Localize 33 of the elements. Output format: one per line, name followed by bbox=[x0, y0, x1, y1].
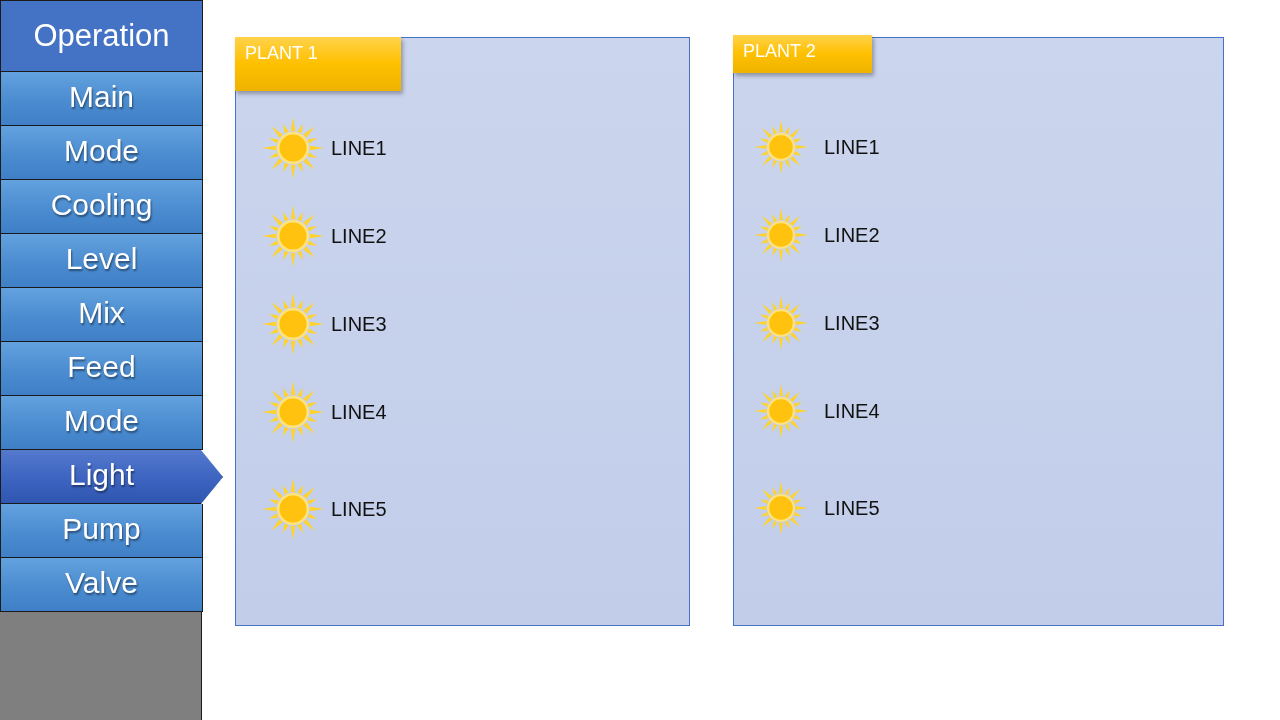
sun-icon bbox=[754, 296, 808, 350]
sidebar-title: Operation bbox=[0, 0, 203, 72]
menu-item[interactable]: Mode bbox=[0, 126, 203, 180]
line-label: LINE2 bbox=[824, 223, 880, 247]
line-label: LINE5 bbox=[824, 496, 880, 520]
line-label: LINE4 bbox=[331, 400, 387, 424]
menu-item[interactable]: Pump bbox=[0, 504, 203, 558]
sun-icon bbox=[262, 117, 324, 179]
sun-icon bbox=[262, 381, 324, 443]
line-label: LINE2 bbox=[331, 224, 387, 248]
sun-icon bbox=[262, 205, 324, 267]
menu-item[interactable]: Mode bbox=[0, 396, 203, 450]
plant-title: PLANT 1 bbox=[235, 37, 401, 91]
line-label: LINE3 bbox=[331, 312, 387, 336]
sun-icon bbox=[754, 120, 808, 174]
sun-icon bbox=[262, 293, 324, 355]
menu-item[interactable]: Valve bbox=[0, 558, 203, 612]
sun-icon bbox=[754, 481, 808, 535]
menu-item[interactable]: Level bbox=[0, 234, 203, 288]
sun-icon bbox=[754, 384, 808, 438]
sun-icon bbox=[754, 208, 808, 262]
line-label: LINE4 bbox=[824, 399, 880, 423]
sun-icon bbox=[262, 478, 324, 540]
menu-item[interactable]: Mix bbox=[0, 288, 203, 342]
line-label: LINE3 bbox=[824, 311, 880, 335]
plant-title: PLANT 2 bbox=[733, 35, 872, 73]
menu-item[interactable]: Feed bbox=[0, 342, 203, 396]
line-label: LINE5 bbox=[331, 497, 387, 521]
menu-item[interactable]: Light bbox=[0, 450, 223, 504]
line-label: LINE1 bbox=[331, 136, 387, 160]
menu-item[interactable]: Cooling bbox=[0, 180, 203, 234]
menu-item[interactable]: Main bbox=[0, 72, 203, 126]
line-label: LINE1 bbox=[824, 135, 880, 159]
